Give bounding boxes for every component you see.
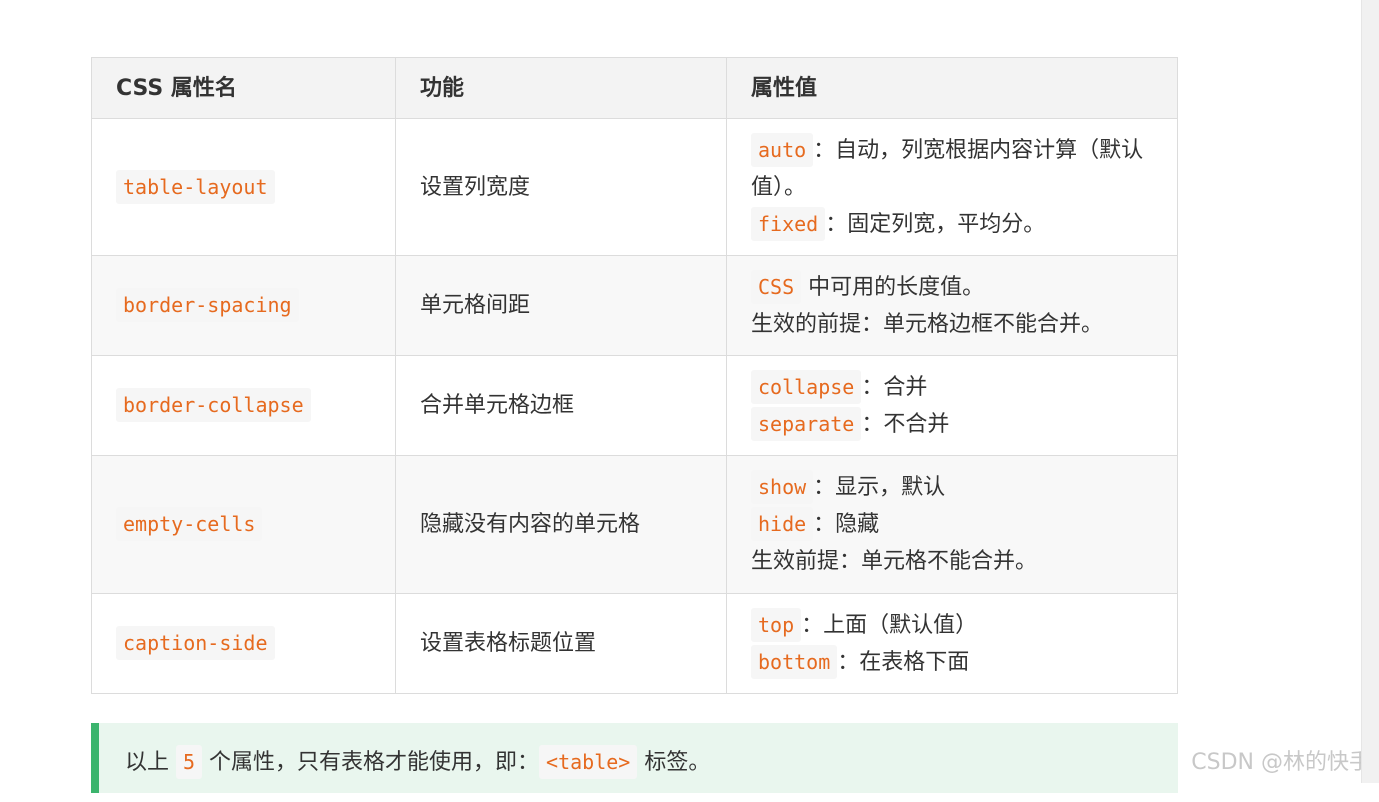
values-cell: top ：上面（默认值） bottom ：在表格下面 xyxy=(726,593,1178,694)
value-line: bottom ：在表格下面 xyxy=(751,644,1155,681)
property-code: caption-side xyxy=(116,626,275,660)
table-row: border-collapse 合并单元格边框 collapse ：合并 sepa… xyxy=(91,355,1178,456)
value-line: show ：显示，默认 xyxy=(751,469,1155,506)
values-cell: auto ：自动，列宽根据内容计算（默认值）。 fixed ：固定列宽，平均分。 xyxy=(726,118,1178,256)
property-code: border-collapse xyxy=(116,388,311,422)
values-cell: CSS 中可用的长度值。 生效的前提：单元格边框不能合并。 xyxy=(726,255,1178,356)
value-text: ：不合并 xyxy=(861,411,950,437)
table-row: caption-side 设置表格标题位置 top ：上面（默认值） bottom… xyxy=(91,593,1178,694)
table-header-row: CSS 属性名 功能 属性值 xyxy=(91,57,1178,119)
table-row: empty-cells 隐藏没有内容的单元格 show ：显示，默认 hide ：隐… xyxy=(91,455,1178,594)
value-text: ：固定列宽，平均分。 xyxy=(825,211,1046,237)
tip-tag-code: <table> xyxy=(539,745,638,779)
property-cell: border-spacing xyxy=(91,255,396,356)
value-line: collapse ：合并 xyxy=(751,369,1155,406)
value-code: collapse xyxy=(751,369,862,404)
value-line: CSS 中可用的长度值。 xyxy=(751,269,1155,306)
value-line: separate ：不合并 xyxy=(751,406,1155,443)
vertical-scrollbar[interactable] xyxy=(1361,0,1379,783)
value-code: show xyxy=(751,470,814,504)
property-code: empty-cells xyxy=(116,507,263,541)
values-cell: show ：显示，默认 hide ：隐藏 生效前提：单元格不能合并。 xyxy=(726,455,1178,594)
property-code: border-spacing xyxy=(116,288,299,322)
tip-middle: 个属性，只有表格才能使用，即： xyxy=(202,750,540,775)
property-cell: border-collapse xyxy=(91,355,396,456)
header-property-values: 属性值 xyxy=(726,57,1178,119)
header-function: 功能 xyxy=(395,57,727,119)
value-text: ：合并 xyxy=(861,374,928,400)
value-line: hide ：隐藏 xyxy=(751,506,1155,543)
table-row: border-spacing 单元格间距 CSS 中可用的长度值。 生效的前提：… xyxy=(91,255,1178,356)
value-code: hide xyxy=(751,507,814,541)
function-cell: 合并单元格边框 xyxy=(395,355,727,456)
function-cell: 隐藏没有内容的单元格 xyxy=(395,455,727,594)
property-cell: empty-cells xyxy=(91,455,396,594)
value-line: top ：上面（默认值） xyxy=(751,607,1155,644)
function-cell: 设置列宽度 xyxy=(395,118,727,256)
values-cell: collapse ：合并 separate ：不合并 xyxy=(726,355,1178,456)
value-text: ：上面（默认值） xyxy=(801,612,978,638)
value-text: 生效的前提：单元格边框不能合并。 xyxy=(751,311,1104,337)
value-line: 生效的前提：单元格边框不能合并。 xyxy=(751,306,1155,343)
property-cell: table-layout xyxy=(91,118,396,256)
value-text: ：隐藏 xyxy=(813,512,880,537)
function-cell: 单元格间距 xyxy=(395,255,727,356)
function-cell: 设置表格标题位置 xyxy=(395,593,727,694)
value-text: 生效前提：单元格不能合并。 xyxy=(751,549,1038,574)
value-code: auto xyxy=(751,132,814,167)
value-line: fixed ：固定列宽，平均分。 xyxy=(751,206,1155,243)
value-code: bottom xyxy=(751,644,838,679)
css-table-properties-table: CSS 属性名 功能 属性值 table-layout 设置列宽度 auto ：自… xyxy=(91,57,1178,694)
property-cell: caption-side xyxy=(91,593,396,694)
tip-prefix: 以上 xyxy=(125,750,176,775)
header-property-name: CSS 属性名 xyxy=(91,57,396,119)
tip-suffix: 标签。 xyxy=(637,750,711,775)
value-text: 中可用的长度值。 xyxy=(801,274,985,300)
csdn-watermark: CSDN @林的快手 xyxy=(1191,750,1371,775)
property-code: table-layout xyxy=(116,169,275,204)
value-code: separate xyxy=(751,406,862,441)
value-line: 生效前提：单元格不能合并。 xyxy=(751,543,1155,580)
value-code: top xyxy=(751,607,802,642)
value-line: auto ：自动，列宽根据内容计算（默认值）。 xyxy=(751,132,1155,206)
tip-count-code: 5 xyxy=(176,745,203,779)
value-code: CSS xyxy=(751,269,802,304)
value-text: ：显示，默认 xyxy=(813,475,946,500)
value-code: fixed xyxy=(751,206,826,241)
table-row: table-layout 设置列宽度 auto ：自动，列宽根据内容计算（默认值）… xyxy=(91,118,1178,256)
value-text: ：在表格下面 xyxy=(837,649,970,675)
